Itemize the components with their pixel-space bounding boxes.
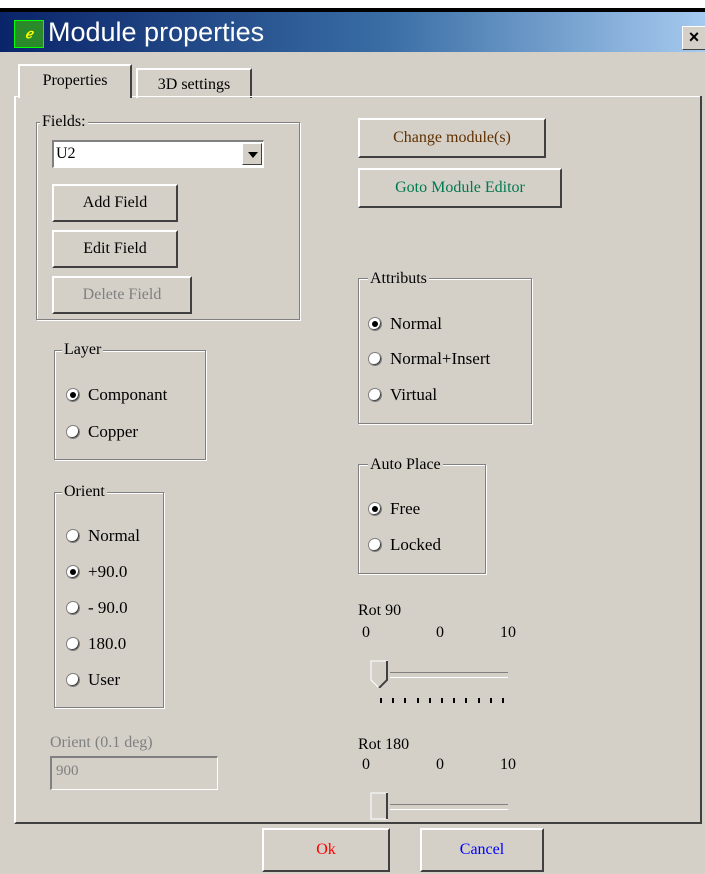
rot180-thumb[interactable]	[370, 792, 390, 820]
slider-tick	[404, 698, 407, 703]
radio-checked-icon	[66, 388, 80, 402]
radio-unchecked-icon	[368, 352, 382, 366]
radio-unchecked-icon	[66, 529, 80, 543]
rot90-thumb[interactable]	[370, 660, 390, 688]
cancel-button[interactable]: Cancel	[420, 828, 544, 872]
slider-tick	[477, 698, 480, 703]
fields-legend: Fields:	[40, 113, 88, 131]
attributs-normal-radio[interactable]: Normal	[368, 313, 442, 335]
radio-label: Virtual	[390, 385, 438, 404]
radio-label: - 90.0	[88, 598, 128, 617]
rot180-min: 0	[362, 756, 370, 773]
rot180-track[interactable]	[376, 804, 508, 810]
radio-unchecked-icon	[368, 388, 382, 402]
ok-button[interactable]: Ok	[262, 828, 390, 872]
radio-label: Free	[390, 499, 421, 518]
slider-tick	[392, 698, 395, 703]
layer-copper-radio[interactable]: Copper	[66, 421, 138, 443]
radio-label: User	[88, 670, 121, 689]
auto-place-legend: Auto Place	[368, 456, 443, 474]
orient-plus90-radio[interactable]: +90.0	[66, 561, 127, 583]
radio-label: Componant	[88, 385, 168, 404]
slider-tick	[489, 698, 492, 703]
radio-label: Normal+Insert	[390, 349, 491, 368]
radio-checked-icon	[66, 565, 80, 579]
slider-tick	[502, 698, 504, 703]
close-button[interactable]: ×	[682, 26, 705, 50]
slider-tick	[428, 698, 431, 703]
radio-label: Normal	[88, 526, 140, 545]
layer-componant-radio[interactable]: Componant	[66, 384, 167, 406]
orient-minus90-radio[interactable]: - 90.0	[66, 597, 128, 619]
fields-select-value: U2	[56, 145, 76, 162]
orient-deg-input: 900	[50, 756, 218, 790]
slider-tick	[453, 698, 456, 703]
tab-3d-settings[interactable]: 3D settings	[136, 68, 252, 98]
orient-180-radio[interactable]: 180.0	[66, 633, 126, 655]
attributs-virtual-radio[interactable]: Virtual	[368, 384, 437, 406]
rot180-max: 10	[500, 756, 516, 773]
add-field-button[interactable]: Add Field	[52, 184, 178, 222]
tab-properties[interactable]: Properties	[18, 64, 132, 98]
attributs-normal-insert-radio[interactable]: Normal+Insert	[368, 348, 490, 370]
window-title: Module properties	[48, 17, 265, 47]
rot180-label: Rot 180	[358, 736, 410, 753]
fields-select[interactable]: U2	[52, 140, 264, 168]
auto-place-locked-radio[interactable]: Locked	[368, 534, 441, 556]
orient-deg-label: Orient (0.1 deg)	[50, 734, 153, 751]
layer-legend: Layer	[62, 341, 104, 359]
slider-tick	[465, 698, 468, 703]
rot180-value: 0	[436, 756, 444, 773]
radio-unchecked-icon	[66, 637, 80, 651]
rot90-label: Rot 90	[358, 602, 402, 619]
radio-unchecked-icon	[66, 673, 80, 687]
module-properties-dialog: ℯ Module properties × Properties 3D sett…	[0, 0, 705, 874]
radio-unchecked-icon	[368, 538, 382, 552]
radio-checked-icon	[368, 317, 382, 331]
radio-label: Normal	[390, 314, 442, 333]
slider-tick	[380, 698, 382, 703]
edit-field-button[interactable]: Edit Field	[52, 230, 178, 268]
change-module-button[interactable]: Change module(s)	[358, 118, 546, 158]
radio-label: +90.0	[88, 562, 128, 581]
orient-legend: Orient	[62, 483, 107, 501]
auto-place-free-radio[interactable]: Free	[368, 498, 420, 520]
app-icon: ℯ	[14, 20, 44, 48]
radio-label: Locked	[390, 535, 441, 554]
orient-normal-radio[interactable]: Normal	[66, 525, 140, 547]
orient-user-radio[interactable]: User	[66, 669, 120, 691]
attributs-legend: Attributs	[368, 270, 429, 288]
goto-module-editor-button[interactable]: Goto Module Editor	[358, 168, 562, 208]
delete-field-button: Delete Field	[52, 276, 192, 314]
radio-label: Copper	[88, 422, 139, 441]
rot90-value: 0	[436, 624, 444, 641]
radio-unchecked-icon	[66, 601, 80, 615]
radio-checked-icon	[368, 502, 382, 516]
rot90-min: 0	[362, 624, 370, 641]
slider-tick	[416, 698, 419, 703]
rot90-max: 10	[500, 624, 516, 641]
radio-unchecked-icon	[66, 425, 80, 439]
radio-label: 180.0	[88, 634, 127, 653]
chevron-down-icon[interactable]	[242, 143, 262, 165]
slider-tick	[441, 698, 443, 703]
rot90-track[interactable]	[376, 672, 508, 678]
